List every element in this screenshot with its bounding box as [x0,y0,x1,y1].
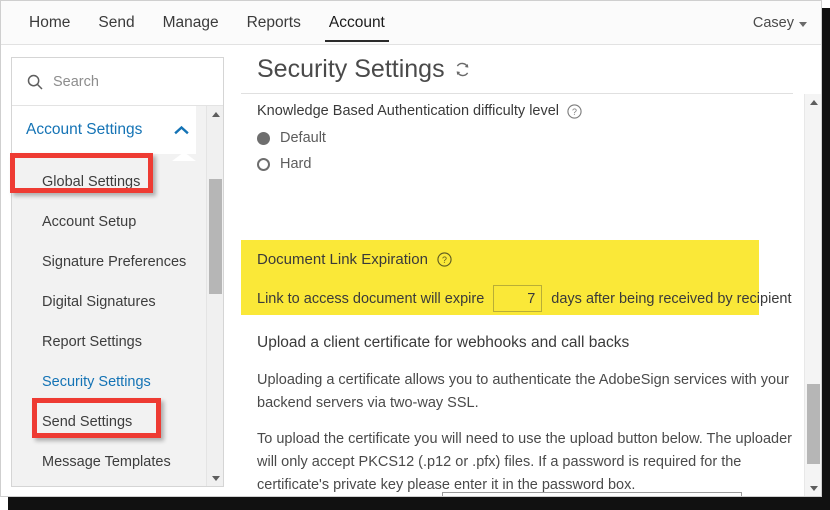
sidebar-group-account-settings-label: Account Settings [26,121,142,139]
nav-item-send[interactable]: Send [84,1,148,45]
page-title: Security Settings [257,55,445,84]
radio-button-unselected-icon[interactable] [257,158,270,171]
user-menu[interactable]: Casey [753,1,807,45]
nav-item-home[interactable]: Home [15,1,84,45]
sidebar-item-account-setup-label: Account Setup [42,214,136,230]
kba-difficulty-label: Knowledge Based Authentication difficult… [257,103,582,119]
help-icon[interactable]: ? [567,104,582,119]
sidebar-item-security-settings-label: Security Settings [42,374,151,390]
kba-option-hard-label: Hard [280,156,311,172]
application-window: Home Send Manage Reports Account Casey [0,0,822,497]
nav-item-send-label: Send [98,14,134,32]
main-scroll-up-button[interactable] [805,94,822,110]
certificate-upload-heading: Upload a client certificate for webhooks… [257,334,629,352]
nav-item-reports[interactable]: Reports [233,1,315,45]
document-link-expiration-row: Link to access document will expire days… [257,285,791,312]
search-input[interactable]: Search [12,58,223,105]
main-panel: Security Settings Knowledge Based Authen… [241,45,821,496]
page-title-row: Security Settings [257,55,471,84]
sidebar-item-global-settings[interactable]: Global Settings [12,162,196,202]
window-shadow-right [822,8,830,510]
chevron-down-icon [799,22,807,27]
expiration-suffix-text: days after being received by recipient [551,291,791,307]
sidebar-item-send-settings-label: Send Settings [42,414,132,430]
top-nav-items: Home Send Manage Reports Account [15,1,399,45]
sidebar-item-digital-signatures[interactable]: Digital Signatures [12,282,196,322]
sidebar-scrollbar[interactable] [206,106,223,486]
kba-option-default-label: Default [280,130,326,146]
expiration-days-input[interactable] [493,285,542,312]
refresh-icon[interactable] [454,61,471,78]
chevron-up-icon[interactable] [167,106,196,154]
search-icon [27,74,43,90]
nav-item-manage[interactable]: Manage [149,1,233,45]
sidebar-item-global-settings-label: Global Settings [42,174,140,190]
nav-item-account[interactable]: Account [315,1,399,45]
sidebar-item-message-templates[interactable]: Message Templates [12,442,196,482]
certificate-password-row: Password for new certificate: [257,492,742,496]
kba-option-hard[interactable]: Hard [257,156,311,172]
certificate-password-input[interactable] [442,492,742,496]
document-link-expiration-section: Document Link Expiration ? Link to acces… [241,240,759,315]
sidebar-item-security-settings[interactable]: Security Settings [12,362,196,402]
sidebar-group-notch [172,152,196,161]
triangle-down-icon [810,486,818,491]
settings-scroll-viewport: Knowledge Based Authentication difficult… [241,94,795,496]
certificate-paragraph-2: To upload the certificate you will need … [257,428,795,496]
sidebar-item-signature-preferences[interactable]: Signature Preferences [12,242,196,282]
sidebar-item-account-setup[interactable]: Account Setup [12,202,196,242]
main-scrollbar[interactable] [804,94,821,496]
sidebar: Search Account Settings Global Settings [11,57,224,487]
help-icon[interactable]: ? [437,252,452,267]
sidebar-item-send-settings[interactable]: Send Settings [12,402,196,442]
sidebar-item-message-templates-label: Message Templates [42,454,171,470]
document-link-expiration-title: Document Link Expiration ? [257,251,452,268]
triangle-up-icon [810,100,818,105]
kba-difficulty-label-text: Knowledge Based Authentication difficult… [257,103,559,119]
nav-item-account-label: Account [329,14,385,32]
svg-text:?: ? [442,255,447,265]
sidebar-item-digital-signatures-label: Digital Signatures [42,294,156,310]
expiration-prefix-text: Link to access document will expire [257,291,484,307]
triangle-down-icon [212,476,220,481]
sidebar-item-report-settings[interactable]: Report Settings [12,322,196,362]
sidebar-scroll-down-button[interactable] [207,470,224,486]
sidebar-item-report-settings-label: Report Settings [42,334,142,350]
window-shadow-bottom [8,497,830,510]
nav-item-manage-label: Manage [163,14,219,32]
content-area: Search Account Settings Global Settings [1,45,821,496]
user-menu-label: Casey [753,15,794,31]
radio-button-selected-icon[interactable] [257,132,270,145]
sidebar-nav-scroll-region: Account Settings Global Settings Account… [12,105,223,486]
sidebar-item-signature-preferences-label: Signature Preferences [42,254,186,270]
document-link-expiration-title-text: Document Link Expiration [257,251,428,268]
kba-option-default[interactable]: Default [257,130,326,146]
nav-item-reports-label: Reports [247,14,301,32]
search-placeholder: Search [53,74,99,90]
sidebar-group-account-settings[interactable]: Account Settings [12,106,196,154]
triangle-up-icon [212,112,220,117]
nav-item-home-label: Home [29,14,70,32]
main-scrollbar-thumb[interactable] [807,384,820,464]
certificate-paragraph-1: Uploading a certificate allows you to au… [257,369,795,415]
sidebar-scroll-up-button[interactable] [207,106,224,122]
sidebar-scrollbar-thumb[interactable] [209,179,222,294]
svg-text:?: ? [572,106,577,116]
main-scroll-down-button[interactable] [805,480,822,496]
top-navigation-bar: Home Send Manage Reports Account Casey [1,1,821,45]
